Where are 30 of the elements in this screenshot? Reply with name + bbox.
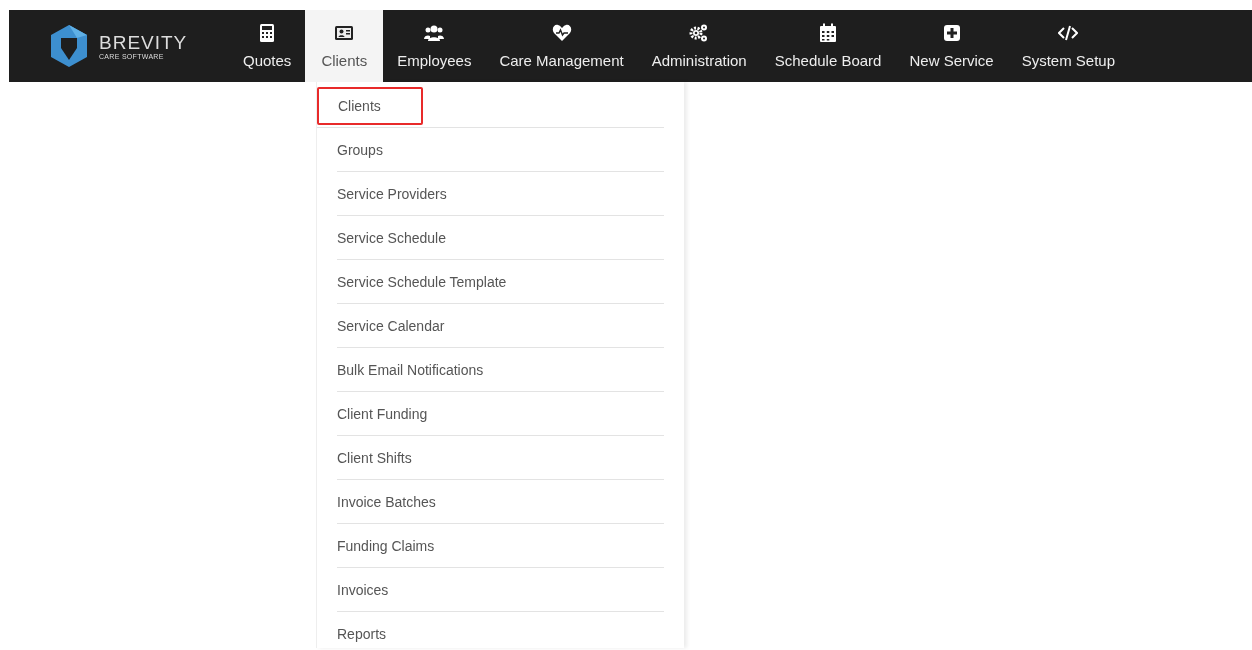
menu-item[interactable]: Client Funding [337, 396, 428, 431]
menu-item[interactable]: Service Schedule Template [337, 264, 507, 299]
menu-item[interactable]: Clients [317, 86, 423, 125]
menu-item[interactable]: Service Providers [337, 176, 447, 211]
menu-item[interactable]: Funding Claims [337, 528, 435, 563]
nav-tab[interactable]: Employees [383, 10, 486, 82]
nav-tab[interactable]: Schedule Board [760, 10, 896, 82]
nav-tab[interactable]: Quotes [229, 10, 306, 82]
menu-item[interactable]: Reports [337, 616, 387, 648]
nav-tab[interactable]: New Service [895, 10, 1008, 82]
nav-tab[interactable]: Administration [637, 10, 761, 82]
brand-name: BREVITY [99, 32, 188, 53]
nav-tab[interactable]: System Setup [1007, 10, 1130, 82]
menu-item[interactable]: Invoices [337, 572, 389, 607]
id-card-icon [334, 23, 355, 43]
nav-tab[interactable]: Care Management [485, 10, 638, 82]
menu-item[interactable]: Service Schedule [337, 220, 446, 255]
plus-icon [941, 23, 962, 43]
calendar-icon [818, 23, 839, 43]
users-icon [424, 23, 445, 43]
menu-item[interactable]: Client Shifts [337, 440, 412, 475]
menu-item[interactable]: Groups [337, 132, 383, 167]
nav-tab[interactable]: Clients [305, 10, 384, 82]
gears-icon [689, 23, 710, 43]
menu-item[interactable]: Service Calendar [337, 308, 445, 343]
heart-icon [551, 23, 572, 43]
code-icon [1058, 23, 1079, 43]
menu-item[interactable]: Invoice Batches [337, 484, 436, 519]
logo-icon [49, 24, 89, 68]
menu-item[interactable]: Bulk Email Notifications [337, 352, 484, 387]
